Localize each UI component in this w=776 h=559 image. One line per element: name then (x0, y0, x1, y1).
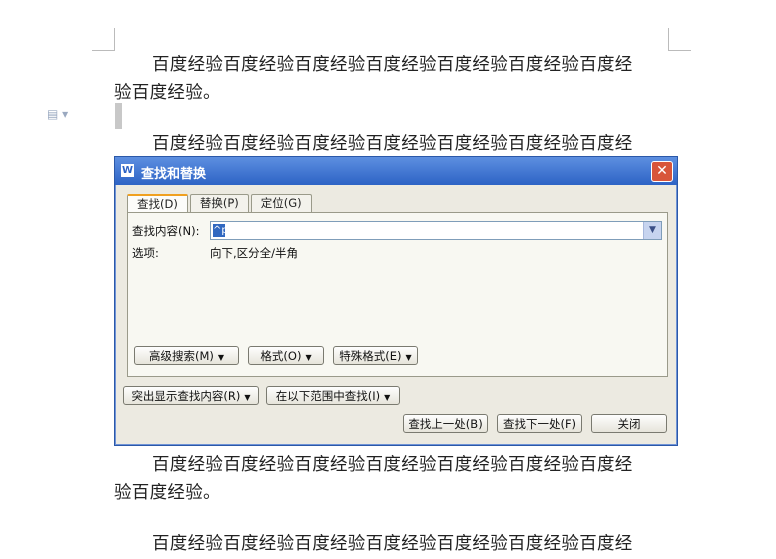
advanced-search-label: 高级搜索(M) (148, 349, 214, 363)
special-format-button[interactable]: 特殊格式(E) ▼ (333, 346, 418, 365)
highlight-find-label: 突出显示查找内容(R) (131, 389, 241, 403)
special-format-label: 特殊格式(E) (339, 349, 402, 363)
chevron-down-icon: ▼ (217, 353, 225, 362)
paragraph-4: 百度经验百度经验百度经验百度经验百度经验百度经验百度经 (114, 530, 670, 558)
chevron-down-icon: ▼ (405, 353, 412, 362)
find-input[interactable]: ^p ▼ (210, 221, 662, 240)
dialog-title: 查找和替换 (141, 167, 207, 182)
app-icon: W (121, 164, 134, 177)
tab-goto[interactable]: 定位(G) (250, 194, 312, 212)
tab-bar: 查找(D) 替换(P) 定位(G) (127, 194, 314, 212)
close-icon[interactable]: ✕ (651, 161, 673, 182)
find-label: 查找内容(N): (132, 224, 200, 238)
find-in-range-button[interactable]: 在以下范围中查找(I) ▼ (266, 386, 400, 405)
paragraph-line: 百度经验百度经验百度经验百度经验百度经验百度经验百度经 (152, 534, 633, 554)
chevron-down-icon[interactable]: ▼ (643, 222, 661, 239)
document-icon[interactable]: ▤ ▾ (47, 107, 68, 121)
find-replace-dialog: W 查找和替换 ✕ 查找(D) 替换(P) 定位(G) 查找内容(N): ^p … (114, 156, 678, 446)
paragraph-line: 百度经验百度经验百度经验百度经验百度经验百度经验百度经 (152, 455, 633, 475)
page-corner-top-left (92, 28, 115, 51)
find-value: ^p (213, 224, 228, 237)
dialog-titlebar[interactable]: W 查找和替换 ✕ (115, 157, 677, 185)
options-label: 选项: (132, 246, 159, 260)
paragraph-line: 验百度经验。 (114, 483, 221, 503)
paragraph-2: 百度经验百度经验百度经验百度经验百度经验百度经验百度经 (114, 130, 670, 158)
format-label: 格式(O) (260, 349, 302, 363)
advanced-search-button[interactable]: 高级搜索(M) ▼ (134, 346, 239, 365)
page-corner-top-right (668, 28, 691, 51)
highlight-find-button[interactable]: 突出显示查找内容(R) ▼ (123, 386, 259, 405)
paragraph-1: 百度经验百度经验百度经验百度经验百度经验百度经验百度经 验百度经验。 (114, 51, 670, 107)
paragraph-line: 百度经验百度经验百度经验百度经验百度经验百度经验百度经 (152, 55, 633, 75)
selected-paragraph-mark (115, 103, 122, 129)
paragraph-line: 百度经验百度经验百度经验百度经验百度经验百度经验百度经 (152, 134, 633, 154)
paragraph-line: 验百度经验。 (114, 83, 221, 103)
format-button[interactable]: 格式(O) ▼ (248, 346, 324, 365)
find-panel: 查找内容(N): ^p ▼ 选项: 向下,区分全/半角 高级搜索(M) ▼ 格式(… (127, 212, 668, 377)
find-in-range-label: 在以下范围中查找(I) (275, 389, 381, 403)
close-button[interactable]: 关闭 (591, 414, 667, 433)
options-value: 向下,区分全/半角 (210, 246, 299, 260)
chevron-down-icon: ▼ (384, 393, 391, 402)
find-next-button[interactable]: 查找下一处(F) (497, 414, 582, 433)
tab-replace[interactable]: 替换(P) (189, 194, 249, 212)
tab-find[interactable]: 查找(D) (127, 194, 188, 212)
chevron-down-icon: ▼ (244, 393, 251, 402)
paragraph-3: 百度经验百度经验百度经验百度经验百度经验百度经验百度经 验百度经验。 (114, 451, 670, 507)
chevron-down-icon: ▼ (305, 353, 312, 362)
find-previous-button[interactable]: 查找上一处(B) (403, 414, 488, 433)
